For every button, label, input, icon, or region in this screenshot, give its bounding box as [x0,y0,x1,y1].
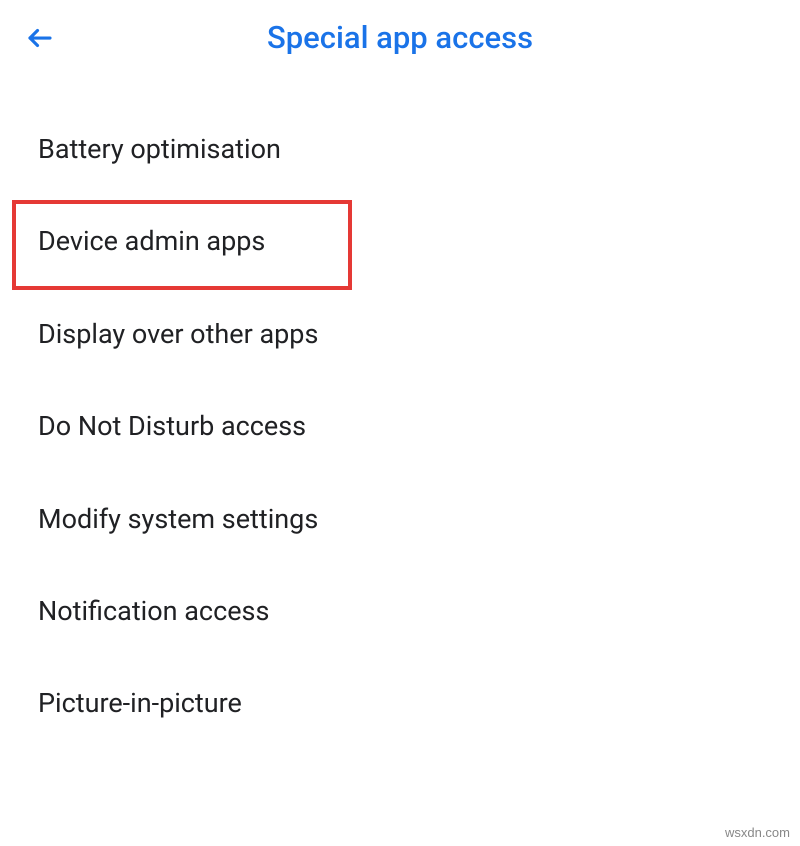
header: Special app access [0,0,800,75]
list-item-display-over-other-apps[interactable]: Display over other apps [0,288,800,380]
list-item-do-not-disturb-access[interactable]: Do Not Disturb access [0,380,800,472]
watermark: wsxdn.com [725,825,790,840]
list-item-notification-access[interactable]: Notification access [0,565,800,657]
page-title: Special app access [267,19,533,56]
list-item-label: Battery optimisation [38,133,281,165]
list-item-label: Do Not Disturb access [38,410,306,442]
list-item-label: Notification access [38,595,269,627]
arrow-left-icon [25,23,55,53]
list-item-device-admin-apps[interactable]: Device admin apps [0,195,800,287]
list-item-label: Modify system settings [38,503,318,535]
list-item-battery-optimisation[interactable]: Battery optimisation [0,103,800,195]
list-item-modify-system-settings[interactable]: Modify system settings [0,473,800,565]
list-item-label: Picture-in-picture [38,687,242,719]
list-item-label: Device admin apps [38,225,265,257]
back-button[interactable] [20,18,60,58]
list-item-label: Display over other apps [38,318,318,350]
list-item-picture-in-picture[interactable]: Picture-in-picture [0,657,800,749]
settings-list: Battery optimisation Device admin apps D… [0,75,800,750]
